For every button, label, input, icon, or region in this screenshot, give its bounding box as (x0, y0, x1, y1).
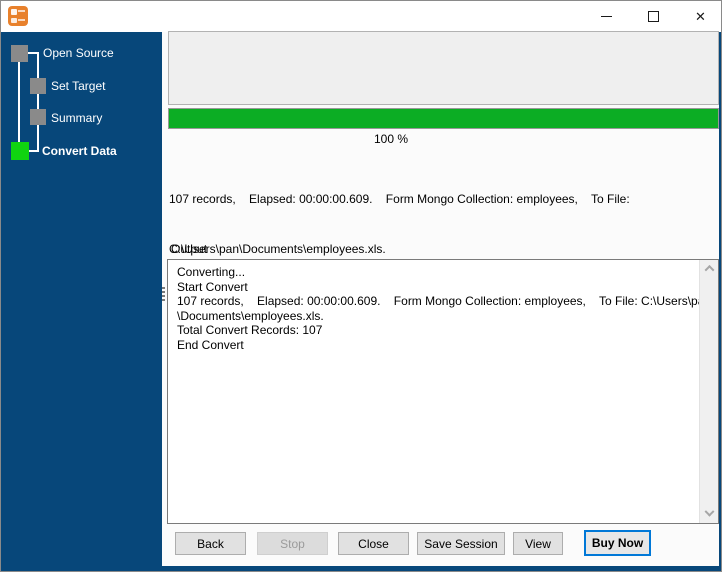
output-line: Converting... (177, 265, 246, 279)
output-log-box[interactable]: Converting... Start Convert 107 records,… (167, 259, 719, 524)
minimize-button[interactable] (584, 1, 629, 32)
back-button[interactable]: Back (175, 532, 246, 555)
output-log-text[interactable]: Converting... Start Convert 107 records,… (168, 260, 699, 523)
window-bottom-border (1, 566, 721, 571)
stop-button: Stop (257, 532, 328, 555)
close-button[interactable]: ✕ (678, 1, 721, 32)
scroll-up-button[interactable] (700, 260, 719, 277)
save-session-button[interactable]: Save Session (417, 532, 505, 555)
app-icon[interactable] (8, 6, 28, 26)
output-line: Total Convert Records: 107 (177, 323, 323, 338)
close-dialog-button[interactable]: Close (338, 532, 409, 555)
progress-percent-label: 100 % (373, 132, 409, 146)
output-line: Start Convert (177, 279, 248, 294)
step-connector-line (28, 150, 39, 152)
minimize-icon (601, 16, 612, 17)
app-icon-glyph (18, 10, 25, 12)
wizard-sidebar: Open Source Set Target Summary Convert D… (1, 32, 162, 566)
output-label: Output (171, 242, 208, 256)
chevron-down-icon (704, 506, 715, 517)
output-line: \Documents\employees.xls. (177, 308, 324, 323)
titlebar[interactable]: ✕ (1, 1, 721, 32)
app-icon-glyph (18, 19, 25, 21)
maximize-button[interactable] (631, 1, 676, 32)
app-icon-glyph (11, 9, 17, 15)
maximize-icon (648, 11, 659, 22)
splitter-grip[interactable] (162, 287, 165, 303)
buy-now-button[interactable]: Buy Now (584, 530, 651, 556)
step-connector-line (18, 61, 20, 143)
sidebar-item-convert-data: Convert Data (42, 144, 117, 158)
chevron-up-icon (704, 264, 715, 275)
sidebar-item-set-target: Set Target (51, 79, 106, 93)
output-line: 107 records, Elapsed: 00:00:00.609. Form… (177, 294, 699, 309)
step-indicator-summary (30, 109, 46, 125)
close-icon: ✕ (695, 8, 706, 24)
app-icon-glyph (11, 18, 17, 23)
step-connector-line (37, 52, 39, 151)
view-button[interactable]: View (513, 532, 563, 555)
status-line: C:\Users\pan\Documents\employees.xls. (169, 241, 386, 256)
step-indicator-convert-data (11, 142, 29, 160)
sidebar-item-summary: Summary (51, 111, 103, 125)
status-line: 107 records, Elapsed: 00:00:00.609. Form… (169, 192, 630, 206)
step-indicator-open-source (11, 45, 28, 62)
step-indicator-set-target (30, 78, 46, 94)
top-panel (168, 31, 719, 105)
app-window: ✕ Open Source Set Target Summary Convert… (0, 0, 722, 572)
output-scrollbar[interactable] (699, 260, 718, 523)
sidebar-item-open-source: Open Source (43, 46, 114, 60)
step-connector-line (28, 52, 39, 54)
progress-bar-fill (169, 109, 718, 128)
scroll-down-button[interactable] (700, 506, 719, 523)
progress-bar (168, 108, 719, 129)
output-line: End Convert (177, 337, 244, 352)
